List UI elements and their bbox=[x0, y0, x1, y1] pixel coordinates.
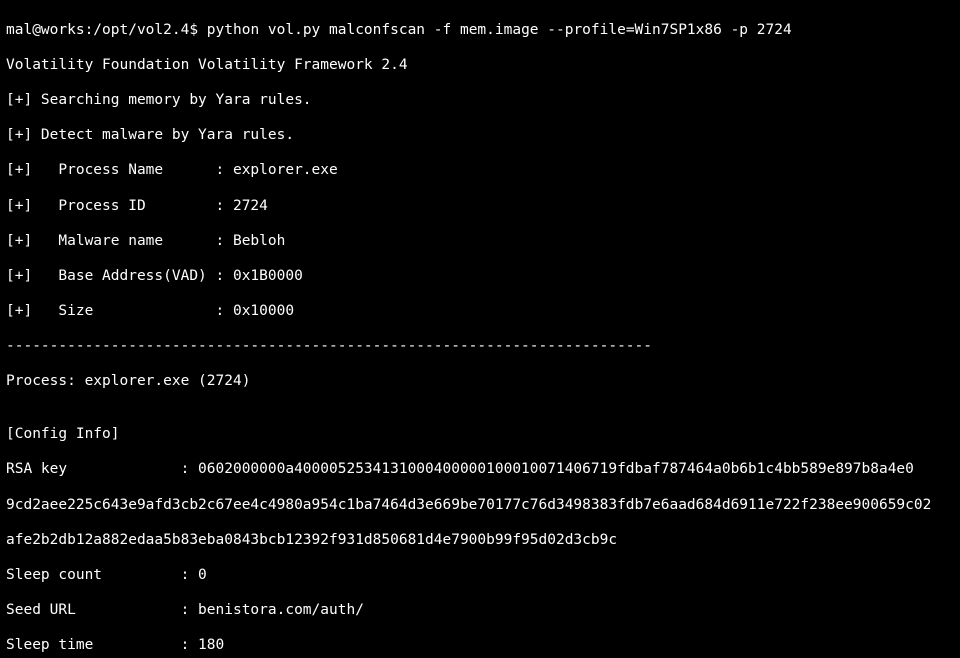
command-text: python vol.py malconfscan -f mem.image -… bbox=[207, 22, 792, 38]
sleep-count-line: Sleep count : 0 bbox=[6, 567, 954, 585]
malware-name-line: [+] Malware name : Bebloh bbox=[6, 233, 954, 251]
rsa-key-line-1: RSA key : 0602000000a4000052534131000400… bbox=[6, 461, 954, 479]
rsa-key-line-2: 9cd2aee225c643e9afd3cb2c67ee4c4980a954c1… bbox=[6, 497, 954, 515]
separator-line: ----------------------------------------… bbox=[6, 338, 954, 356]
process-name-line: [+] Process Name : explorer.exe bbox=[6, 162, 954, 180]
terminal-window[interactable]: mal@works:/opt/vol2.4$ python vol.py mal… bbox=[0, 0, 960, 658]
searching-line: [+] Searching memory by Yara rules. bbox=[6, 92, 954, 110]
sleep-time-line: Sleep time : 180 bbox=[6, 637, 954, 655]
base-address-line: [+] Base Address(VAD) : 0x1B0000 bbox=[6, 268, 954, 286]
detect-line: [+] Detect malware by Yara rules. bbox=[6, 127, 954, 145]
process-header-line: Process: explorer.exe (2724) bbox=[6, 373, 954, 391]
seed-url-line: Seed URL : benistora.com/auth/ bbox=[6, 602, 954, 620]
rsa-key-line-3: afe2b2db12a882edaa5b83eba0843bcb12392f93… bbox=[6, 532, 954, 550]
banner-line: Volatility Foundation Volatility Framewo… bbox=[6, 57, 954, 75]
shell-prompt: mal@works:/opt/vol2.4$ bbox=[6, 22, 207, 38]
process-id-line: [+] Process ID : 2724 bbox=[6, 198, 954, 216]
prompt-line[interactable]: mal@works:/opt/vol2.4$ python vol.py mal… bbox=[6, 22, 954, 40]
config-header-line: [Config Info] bbox=[6, 426, 954, 444]
size-line: [+] Size : 0x10000 bbox=[6, 303, 954, 321]
